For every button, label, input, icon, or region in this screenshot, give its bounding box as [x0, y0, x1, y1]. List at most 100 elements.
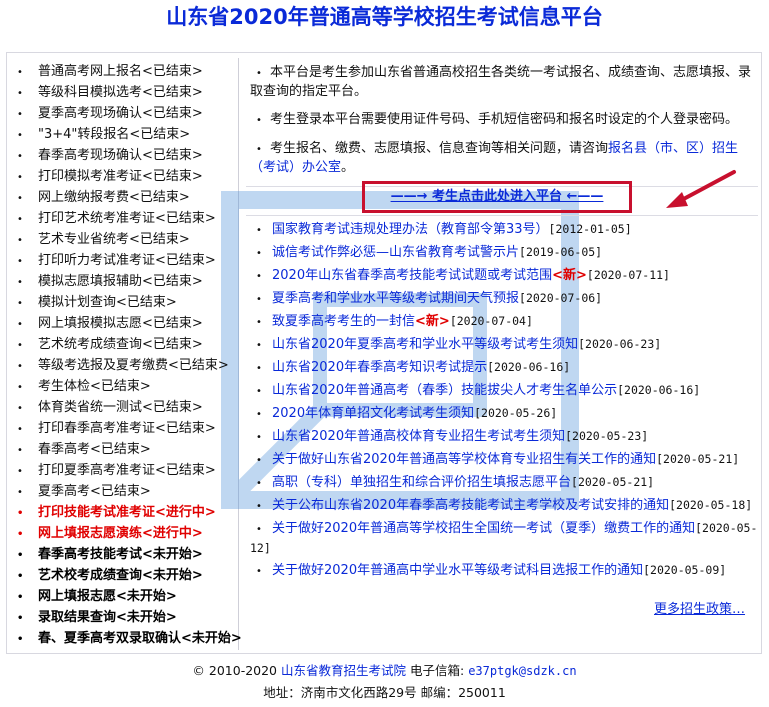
sidebar-item[interactable]: • 打印模拟考准考证<已结束>: [14, 166, 236, 187]
news-title[interactable]: 国家教育考试违规处理办法（教育部令第33号）: [272, 222, 549, 237]
sidebar-item[interactable]: • 网上填报志愿演练<进行中>: [14, 523, 236, 544]
sidebar-item[interactable]: • 网上缴纳报考费<已结束>: [14, 187, 236, 208]
bullet-icon: •: [256, 524, 262, 535]
news-title[interactable]: 致夏季高考考生的一封信: [272, 314, 415, 329]
news-title[interactable]: 关于做好2020年普通高等学校招生全国统一考试（夏季）缴费工作的通知: [272, 521, 695, 536]
more-policies-link[interactable]: 更多招生政策…: [654, 598, 745, 617]
sidebar-item[interactable]: • "3+4"转段报名<已结束>: [14, 124, 236, 145]
sidebar-item[interactable]: • 艺术统考成绩查询<已结束>: [14, 334, 236, 355]
bullet-icon: •: [256, 225, 262, 236]
news-item[interactable]: • 国家教育考试违规处理办法（教育部令第33号）[2012-01-05]: [250, 220, 760, 240]
bullet-icon: •: [17, 67, 23, 78]
sidebar-item[interactable]: • 网上填报志愿<未开始>: [14, 586, 236, 607]
news-title[interactable]: 山东省2020年春季高考知识考试提示: [272, 360, 487, 375]
news-item[interactable]: • 关于做好山东省2020年普通高等学校体育专业招生有关工作的通知[2020-05…: [250, 450, 760, 470]
bullet-icon: •: [256, 68, 262, 79]
news-title[interactable]: 山东省2020年普通高考（春季）技能拔尖人才考生名单公示: [272, 383, 617, 398]
sidebar-item-label: 春季高考技能考试<未开始>: [38, 547, 203, 562]
sidebar-item[interactable]: • 等级考选报及夏考缴费<已结束>: [14, 355, 236, 376]
sidebar-item[interactable]: • 录取结果查询<未开始>: [14, 607, 236, 628]
email-link[interactable]: e37ptgk@sdzk.cn: [468, 664, 576, 678]
separator: [246, 215, 758, 216]
news-title[interactable]: 山东省2020年普通高校体育专业招生考试考生须知: [272, 429, 565, 444]
news-item[interactable]: • 山东省2020年普通高校体育专业招生考试考生须知[2020-05-23]: [250, 427, 760, 447]
news-list: • 国家教育考试违规处理办法（教育部令第33号）[2012-01-05] • 诚信考试…: [250, 220, 760, 584]
news-title[interactable]: 诚信考试作弊必惩—山东省教育考试警示片: [272, 245, 519, 260]
sidebar-item[interactable]: • 网上填报模拟志愿<已结束>: [14, 313, 236, 334]
bullet-icon: •: [17, 361, 23, 372]
sidebar-item[interactable]: • 春季高考现场确认<已结束>: [14, 145, 236, 166]
news-item[interactable]: • 关于做好2020年普通高中学业水平等级考试科目选报工作的通知[2020-05-…: [250, 561, 760, 581]
sidebar-item[interactable]: • 打印春季高考准考证<已结束>: [14, 418, 236, 439]
news-title[interactable]: 夏季高考和学业水平等级考试期间天气预报: [272, 291, 519, 306]
sidebar-item-label: 网上缴纳报考费<已结束>: [38, 190, 190, 205]
enter-platform-highlight: ——→ 考生点击此处进入平台 ←——: [362, 181, 632, 213]
news-title[interactable]: 山东省2020年夏季高考和学业水平等级考试考生须知: [272, 337, 578, 352]
news-date: [2020-07-04]: [449, 314, 533, 328]
news-title[interactable]: 关于做好山东省2020年普通高等学校体育专业招生有关工作的通知: [272, 452, 656, 467]
address-text: 地址：济南市文化西路29号 邮编：250011: [263, 685, 506, 700]
news-item[interactable]: • 关于做好2020年普通高等学校招生全国统一考试（夏季）缴费工作的通知[2020…: [250, 519, 760, 558]
news-title[interactable]: 2020年山东省春季高考技能考试试题或考试范围: [272, 268, 552, 283]
news-title[interactable]: 关于做好2020年普通高中学业水平等级考试科目选报工作的通知: [272, 563, 643, 578]
sidebar-item[interactable]: • 夏季高考<已结束>: [14, 481, 236, 502]
bullet-icon: •: [17, 466, 23, 477]
notices-panel: • 本平台是考生参加山东省普通高校招生各类统一考试报名、成绩查询、志愿填报、录取查…: [250, 64, 758, 185]
sidebar-item[interactable]: • 打印技能考试准考证<进行中>: [14, 502, 236, 523]
sidebar-item[interactable]: • 体育类省统一测试<已结束>: [14, 397, 236, 418]
news-item[interactable]: • 2020年体育单招文化考试考生须知[2020-05-26]: [250, 404, 760, 424]
sidebar-item[interactable]: • 艺术专业省统考<已结束>: [14, 229, 236, 250]
sidebar-item[interactable]: • 艺术校考成绩查询<未开始>: [14, 565, 236, 586]
sidebar-item[interactable]: • 考生体检<已结束>: [14, 376, 236, 397]
bullet-icon: •: [17, 172, 23, 183]
enter-platform-link[interactable]: ——→ 考生点击此处进入平台 ←——: [365, 184, 629, 210]
sidebar-item-label: 模拟志愿填报辅助<已结束>: [38, 274, 203, 289]
news-title[interactable]: 2020年体育单招文化考试考生须知: [272, 406, 474, 421]
news-item[interactable]: • 致夏季高考考生的一封信<新>[2020-07-04]: [250, 312, 760, 332]
news-item[interactable]: • 关于公布山东省2020年春季高考技能考试主考学校及考试安排的通知[2020-0…: [250, 496, 760, 516]
sidebar-item[interactable]: • 打印听力考试准考证<已结束>: [14, 250, 236, 271]
notice-text: 考生报名、缴费、志愿填报、信息查询等相关问题，请咨询: [270, 141, 609, 156]
news-item[interactable]: • 山东省2020年普通高考（春季）技能拔尖人才考生名单公示[2020-06-16…: [250, 381, 760, 401]
sidebar-item[interactable]: • 夏季高考现场确认<已结束>: [14, 103, 236, 124]
bullet-icon: •: [256, 566, 262, 577]
column-divider: [238, 58, 239, 650]
footer: © 2010-2020 山东省教育招生考试院 电子信箱: e37ptgk@sdz…: [0, 660, 769, 704]
bullet-icon: •: [256, 386, 262, 397]
bullet-icon: •: [17, 298, 23, 309]
sidebar-item[interactable]: • 打印艺术统考准考证<已结束>: [14, 208, 236, 229]
sidebar-item[interactable]: • 春季高考<已结束>: [14, 439, 236, 460]
org-link[interactable]: 山东省教育招生考试院: [281, 663, 406, 678]
news-item[interactable]: • 山东省2020年春季高考知识考试提示[2020-06-16]: [250, 358, 760, 378]
bullet-icon: •: [256, 501, 262, 512]
bullet-icon: •: [17, 340, 23, 351]
news-item[interactable]: • 山东省2020年夏季高考和学业水平等级考试考生须知[2020-06-23]: [250, 335, 760, 355]
news-date: [2020-07-06]: [519, 291, 603, 305]
news-item[interactable]: • 夏季高考和学业水平等级考试期间天气预报[2020-07-06]: [250, 289, 760, 309]
news-item[interactable]: • 高职（专科）单独招生和综合评价招生填报志愿平台[2020-05-21]: [250, 473, 760, 493]
sidebar-item[interactable]: • 打印夏季高考准考证<已结束>: [14, 460, 236, 481]
sidebar-item[interactable]: • 等级科目模拟选考<已结束>: [14, 82, 236, 103]
sidebar-item-label: 普通高考网上报名<已结束>: [38, 64, 203, 79]
sidebar-item[interactable]: • 春季高考技能考试<未开始>: [14, 544, 236, 565]
news-item[interactable]: • 2020年山东省春季高考技能考试试题或考试范围<新>[2020-07-11]: [250, 266, 760, 286]
sidebar-item-label: 体育类省统一测试<已结束>: [38, 400, 203, 415]
news-date: [2020-05-21]: [571, 475, 655, 489]
sidebar-item-label: 等级考选报及夏考缴费<已结束>: [38, 358, 229, 373]
bullet-icon: •: [256, 115, 262, 126]
sidebar-item-label: 艺术校考成绩查询<未开始>: [38, 568, 203, 583]
news-title[interactable]: 高职（专科）单独招生和综合评价招生填报志愿平台: [272, 475, 571, 490]
sidebar-item[interactable]: • 模拟计划查询<已结束>: [14, 292, 236, 313]
new-badge: <新>: [415, 314, 450, 329]
news-title[interactable]: 关于公布山东省2020年春季高考技能考试主考学校及考试安排的通知: [272, 498, 669, 513]
bullet-icon: •: [17, 529, 24, 540]
sidebar-item[interactable]: • 普通高考网上报名<已结束>: [14, 61, 236, 82]
sidebar-item-label: 录取结果查询<未开始>: [38, 610, 177, 625]
sidebar-item[interactable]: • 春、夏季高考双录取确认<未开始>: [14, 628, 242, 649]
bullet-icon: •: [17, 88, 23, 99]
news-item[interactable]: • 诚信考试作弊必惩—山东省教育考试警示片[2019-06-05]: [250, 243, 760, 263]
bullet-icon: •: [17, 151, 23, 162]
bullet-icon: •: [17, 277, 23, 288]
sidebar-item[interactable]: • 模拟志愿填报辅助<已结束>: [14, 271, 236, 292]
sidebar-item-label: 打印听力考试准考证<已结束>: [38, 253, 216, 268]
